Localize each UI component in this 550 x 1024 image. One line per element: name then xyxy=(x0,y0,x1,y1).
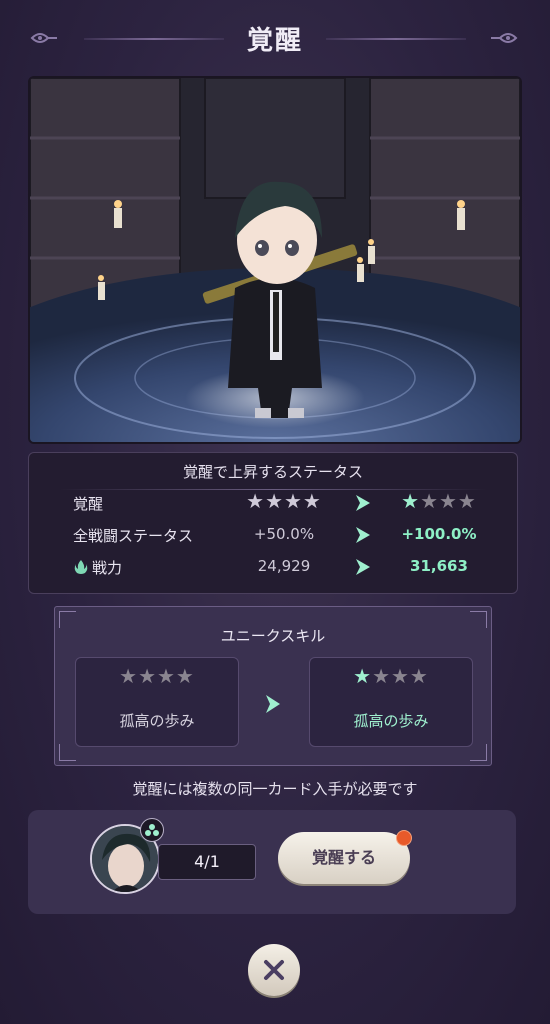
stat-label-group: 戦力 xyxy=(73,557,122,578)
arrow-right-icon xyxy=(356,527,370,543)
library-background xyxy=(30,78,520,442)
next-stars-empty: ★★★ xyxy=(420,489,477,513)
skill-after-stars-empty: ★★★ xyxy=(372,664,429,688)
ornament-right-icon xyxy=(491,33,518,43)
arrow-right-icon xyxy=(356,495,370,511)
character-scene xyxy=(28,76,522,444)
stat-row-power: 戦力 24,929 31,663 xyxy=(29,553,517,583)
current-value: +50.0% xyxy=(253,525,315,543)
skill-before: ★★★★ 孤高の歩み xyxy=(75,657,239,747)
stat-panel-title: 覚醒で上昇するステータス xyxy=(182,463,363,481)
current-stars: ★★★★ xyxy=(246,489,322,513)
skill-before-stars: ★★★★ xyxy=(119,664,195,688)
stat-label: 覚醒 xyxy=(73,495,104,513)
current-value: 24,929 xyxy=(257,557,311,575)
awaken-action-panel: 4/1 覚醒する xyxy=(28,810,516,914)
stat-label: 全戦闘ステータス xyxy=(73,527,194,545)
close-icon xyxy=(264,960,284,980)
stat-panel: 覚醒で上昇するステータス 覚醒 ★★★★ ★★★★ 全戦闘ステータス +50.0… xyxy=(28,452,518,594)
skill-after-stars: ★★★★ xyxy=(310,664,472,688)
next-value: +100.0% xyxy=(401,525,477,543)
notification-dot xyxy=(396,830,412,846)
header-line-right xyxy=(326,38,466,40)
card-count: 4/1 xyxy=(158,844,256,880)
header: 覚醒 xyxy=(0,14,550,62)
skill-title: ユニークスキル xyxy=(220,627,326,645)
power-flame-icon xyxy=(74,560,88,574)
next-stars-filled: ★ xyxy=(401,489,421,513)
stat-row-awakening: 覚醒 ★★★★ ★★★★ xyxy=(29,489,517,519)
skill-before-name: 孤高の歩み xyxy=(119,712,195,730)
unique-skill-panel: ユニークスキル ★★★★ 孤高の歩み ★★★★ 孤高の歩み xyxy=(54,606,492,766)
stat-row-battle: 全戦闘ステータス +50.0% +100.0% xyxy=(29,521,517,551)
skill-after: ★★★★ 孤高の歩み xyxy=(309,657,473,747)
next-value: 31,663 xyxy=(410,557,468,575)
awaken-button[interactable]: 覚醒する xyxy=(278,832,410,884)
corner-ornament xyxy=(59,744,76,761)
skill-after-name: 孤高の歩み xyxy=(353,712,429,730)
page-title: 覚醒 xyxy=(246,26,303,56)
skill-after-stars-filled: ★ xyxy=(353,664,373,688)
arrow-right-icon xyxy=(266,695,280,713)
stat-label: 戦力 xyxy=(92,559,123,577)
requirement-notice: 覚醒には複数の同一カード入手が必要です xyxy=(132,780,418,798)
card-type-badge-icon xyxy=(140,818,164,842)
close-button[interactable] xyxy=(248,944,300,996)
corner-ornament xyxy=(470,744,487,761)
arrow-right-icon xyxy=(356,559,370,575)
